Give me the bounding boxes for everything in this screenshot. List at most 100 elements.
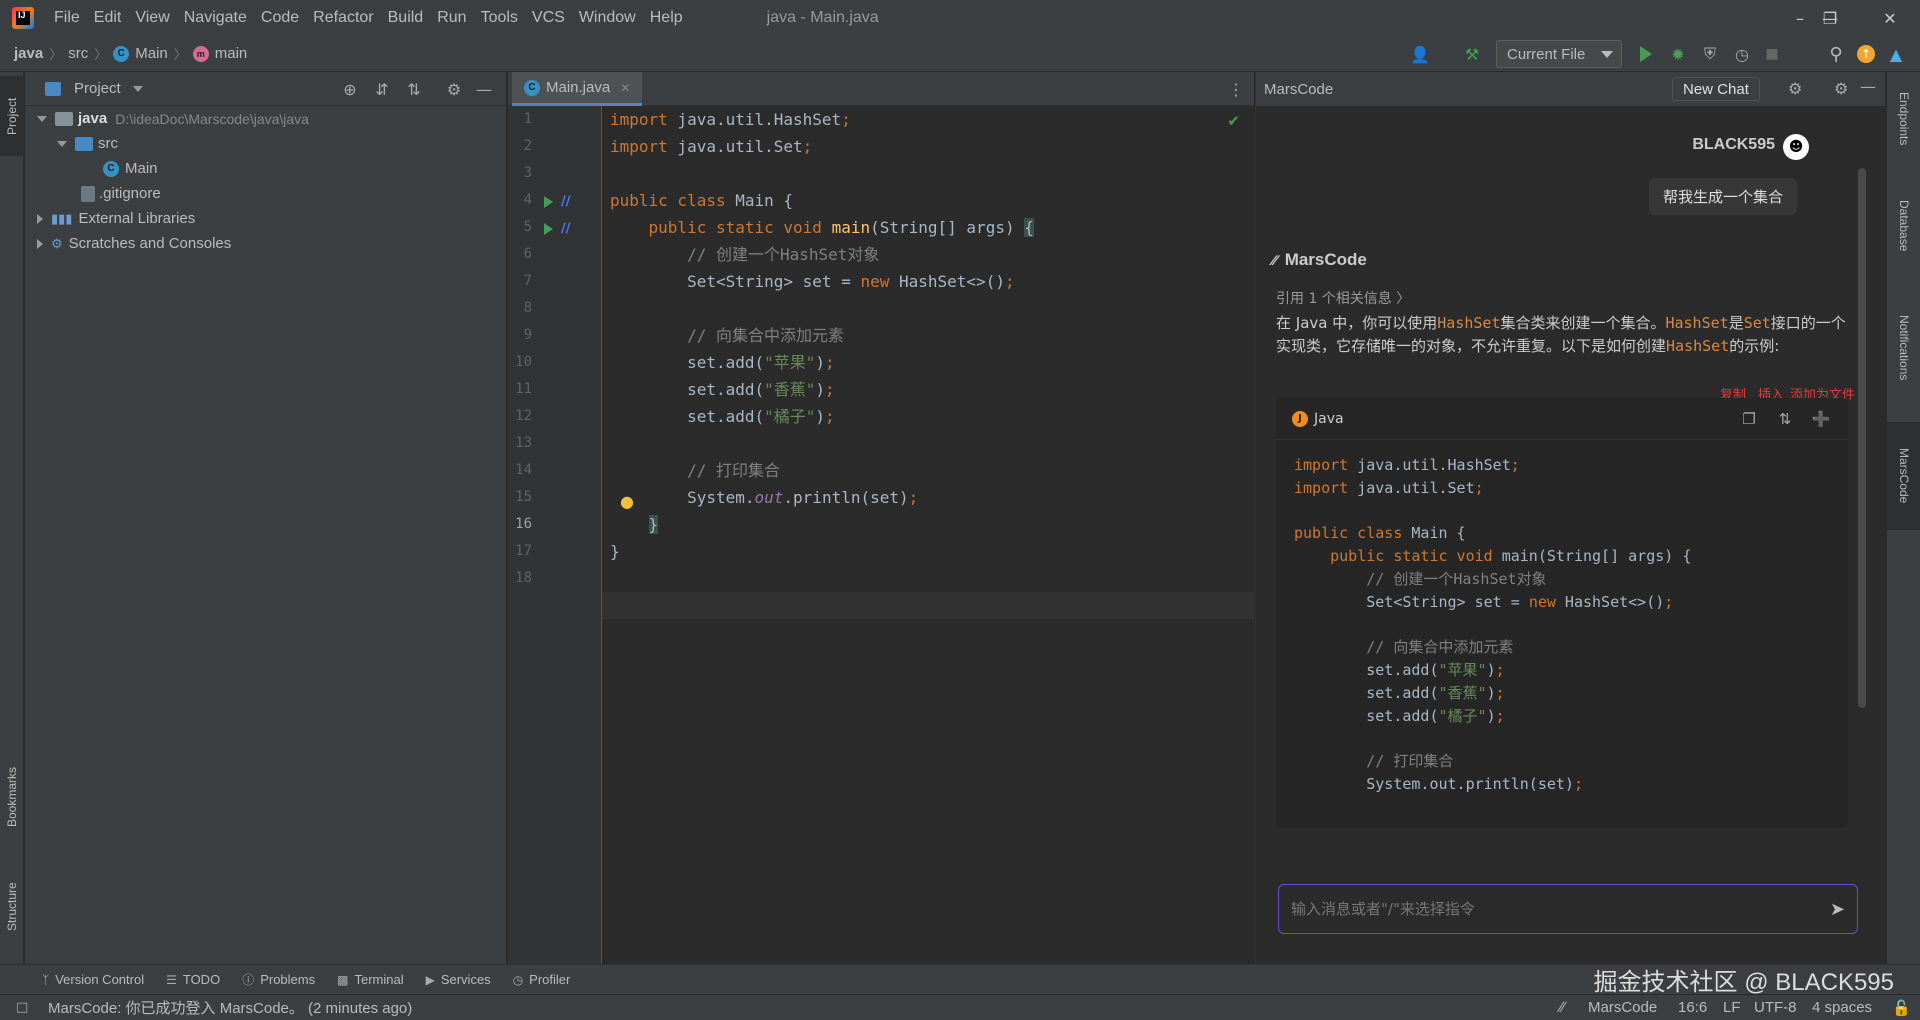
marscode-gutter-icon[interactable]: ∕∕ [561, 194, 571, 209]
close-tab-icon[interactable]: ✕ [620, 81, 630, 95]
no-problems-check-icon[interactable]: ✔ [1227, 112, 1240, 130]
restore-window-icon[interactable]: ❐ [1800, 0, 1860, 36]
tree-item-scratches[interactable]: ⚙ Scratches and Consoles [25, 231, 507, 256]
menu-navigate[interactable]: Navigate [184, 9, 247, 27]
version-control-button[interactable]: ᛉ Version Control [42, 972, 144, 987]
bookmarks-tool-tab[interactable]: Bookmarks [0, 752, 24, 842]
menu-code[interactable]: Code [261, 9, 299, 27]
profiler-button[interactable]: ◷ Profiler [513, 972, 571, 987]
panel-toggle-icon[interactable]: □ [16, 1000, 28, 1015]
stop-icon[interactable]: ■ [1762, 44, 1782, 64]
lock-icon[interactable]: 🔓 [1892, 999, 1911, 1017]
menu-view[interactable]: View [135, 9, 169, 27]
endpoints-tool-tab[interactable]: Endpoints [1887, 74, 1920, 164]
add-file-icon[interactable]: ➕ [1812, 410, 1831, 428]
hide-panel-icon[interactable]: — [475, 80, 493, 99]
problems-button[interactable]: ⓘ Problems [242, 971, 315, 988]
close-window-icon[interactable]: ✕ [1860, 0, 1920, 36]
breadcrumb-main-class[interactable]: C Main [113, 45, 168, 62]
tree-item-src[interactable]: src [25, 131, 507, 156]
menu-refactor[interactable]: Refactor [313, 9, 373, 27]
code-line: set.add("香蕉"); [610, 380, 835, 399]
tree-item-gitignore[interactable]: .gitignore [25, 181, 507, 206]
chevron-down-icon[interactable] [132, 85, 143, 92]
todo-button[interactable]: ☰ TODO [166, 972, 220, 987]
run-configuration-select[interactable]: Current File [1496, 40, 1622, 68]
run-method-icon[interactable] [544, 223, 553, 235]
menu-edit[interactable]: Edit [94, 9, 122, 27]
search-icon[interactable]: ⚲ [1826, 44, 1846, 65]
run-class-icon[interactable] [544, 196, 553, 208]
hide-panel-icon[interactable]: — [1860, 77, 1876, 96]
status-message[interactable]: MarsCode: 你已成功登入 MarsCode。 (2 minutes ag… [48, 997, 412, 1018]
collapse-all-icon[interactable]: ⇅ [405, 80, 423, 99]
menu-tools[interactable]: Tools [481, 9, 518, 27]
structure-tool-tab[interactable]: Structure [0, 862, 24, 952]
build-hammer-icon[interactable]: ⚒ [1462, 44, 1482, 64]
menu-run[interactable]: Run [437, 9, 466, 27]
line-number: 2 [523, 138, 532, 154]
settings-outline-icon[interactable]: ⚙ [1788, 79, 1802, 98]
tree-item-external-libraries[interactable]: ▮▮▮ External Libraries [25, 206, 507, 231]
menu-build[interactable]: Build [388, 9, 424, 27]
tab-main-java[interactable]: C Main.java ✕ [512, 72, 643, 106]
notifications-tool-tab[interactable]: Notifications [1887, 288, 1920, 408]
project-view-select[interactable]: Project [74, 80, 121, 97]
status-bar: □ MarsCode: 你已成功登入 MarsCode。 (2 minutes … [0, 994, 1920, 1020]
update-icon[interactable]: ↑ [1856, 44, 1876, 64]
line-separator[interactable]: LF [1723, 999, 1741, 1016]
run-icon[interactable] [1636, 44, 1656, 64]
caret-position[interactable]: 16:6 [1678, 999, 1707, 1016]
code-line: // 向集合中添加元素 [1366, 638, 1514, 656]
answer-fragment: 是 [1728, 314, 1744, 332]
marscode-gutter-icon[interactable]: ∕∕ [561, 221, 571, 236]
marscode-status-icon[interactable]: ∕∕ [1560, 999, 1565, 1016]
send-icon[interactable]: ➤ [1830, 899, 1845, 920]
editor-tab-bar: C Main.java ✕ ⋮ [508, 72, 1254, 106]
chat-scrollbar[interactable] [1858, 168, 1866, 708]
terminal-button[interactable]: ▩ Terminal [337, 972, 403, 987]
insert-icon[interactable]: ⇅ [1776, 410, 1794, 428]
code-editor[interactable]: C Main.java ✕ ⋮ ✔ 1 2 3 4 5 6 7 8 9 10 11 12 13 14 15 1… [508, 72, 1254, 964]
breadcrumb-project[interactable]: java [14, 45, 43, 62]
code-line: // 创建一个HashSet对象 [687, 245, 880, 264]
reference-info-link[interactable]: 引用 1 个相关信息 〉 [1276, 288, 1410, 308]
tree-item-root[interactable]: java D:\ideaDoc\Marscode\java\java [25, 106, 507, 131]
tree-item-label: java [78, 110, 108, 127]
debug-bug-icon[interactable]: ✹ [1668, 44, 1688, 64]
code-line: Set<String> set = new HashSet<>(); [1294, 593, 1674, 611]
line-number: 5 [523, 219, 532, 235]
indent-setting[interactable]: 4 spaces [1812, 999, 1872, 1016]
services-icon: ▶ [425, 972, 435, 987]
project-tool-tab[interactable]: Project [0, 76, 24, 156]
locate-file-icon[interactable]: ⊕ [341, 80, 359, 99]
inline-code: HashSet [1665, 314, 1729, 332]
chevron-right-icon [37, 213, 43, 224]
database-tool-tab[interactable]: Database [1887, 178, 1920, 274]
chat-input-box[interactable]: ➤ [1278, 884, 1858, 934]
menu-window[interactable]: Window [579, 9, 636, 27]
marscode-tool-tab[interactable]: MarsCode [1887, 422, 1920, 530]
more-options-icon[interactable]: ⋮ [1228, 80, 1244, 99]
copy-icon[interactable]: ❐ [1740, 410, 1758, 428]
marscode-status[interactable]: MarsCode [1588, 999, 1657, 1016]
menu-vcs[interactable]: VCS [532, 9, 565, 27]
gear-icon[interactable]: ⚙ [445, 80, 463, 99]
user-message: 帮我生成一个集合 [1648, 178, 1797, 215]
gear-icon[interactable]: ⚙ [1834, 79, 1848, 98]
profiler-icon[interactable]: ◷ [1732, 44, 1752, 64]
tree-item-label: Scratches and Consoles [68, 235, 232, 252]
new-chat-button[interactable]: New Chat [1672, 77, 1760, 101]
chat-input[interactable] [1291, 900, 1791, 918]
breadcrumb-main-method[interactable]: m main [192, 45, 247, 62]
expand-all-icon[interactable]: ⇵ [373, 80, 391, 99]
tree-item-main[interactable]: C Main [25, 156, 507, 181]
user-profile-icon[interactable]: 👤 [1410, 44, 1430, 64]
file-encoding[interactable]: UTF-8 [1754, 999, 1797, 1016]
services-button[interactable]: ▶ Services [426, 972, 491, 987]
breadcrumb-src[interactable]: src [68, 45, 88, 62]
menu-help[interactable]: Help [650, 9, 683, 27]
marscode-toolbar-icon[interactable]: ▲ [1886, 44, 1906, 64]
coverage-shield-icon[interactable]: ⛨ [1700, 44, 1720, 64]
menu-file[interactable]: File [54, 9, 80, 27]
